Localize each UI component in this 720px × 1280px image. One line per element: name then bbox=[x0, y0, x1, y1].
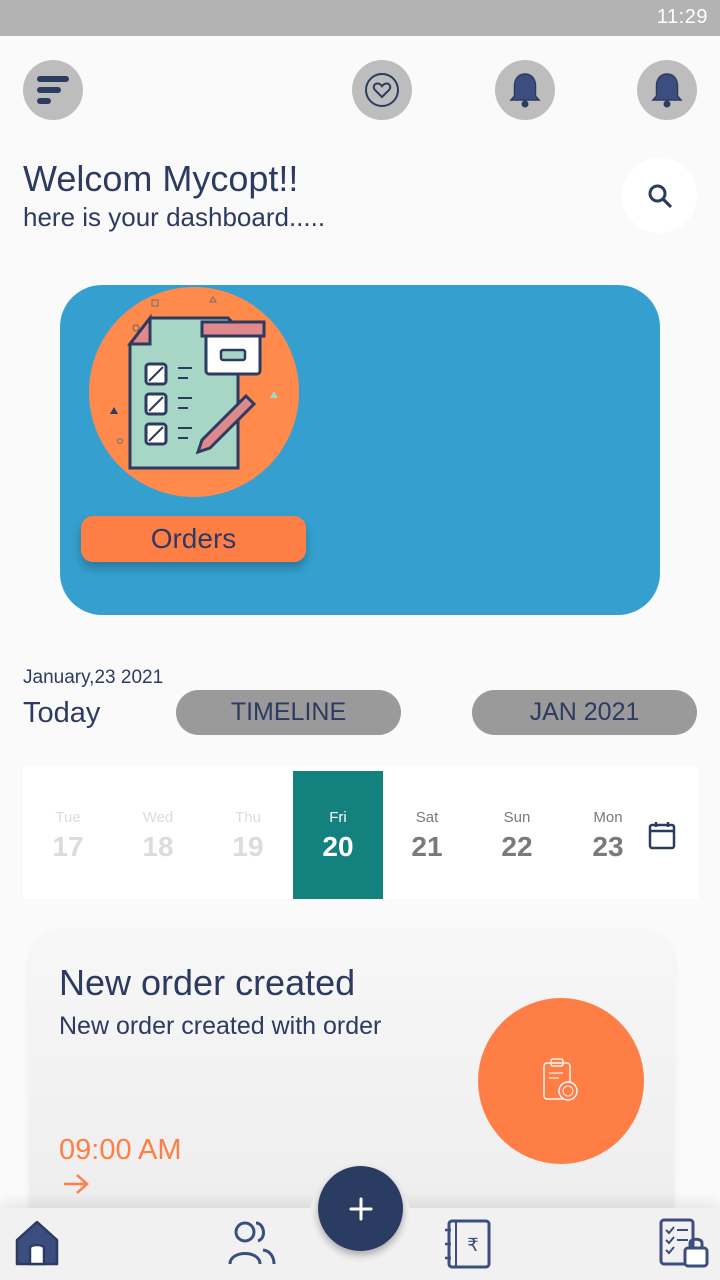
order-card-subtitle: New order created with order bbox=[59, 1012, 382, 1040]
day-number: 17 bbox=[52, 831, 84, 862]
svg-text:₹: ₹ bbox=[467, 1235, 478, 1256]
day-name: Wed bbox=[142, 809, 174, 826]
orders-button[interactable]: Orders bbox=[81, 516, 306, 562]
search-icon bbox=[648, 184, 672, 208]
day-item[interactable]: Sat 21 bbox=[382, 771, 472, 899]
orders-illustration-icon bbox=[89, 287, 299, 497]
day-item[interactable]: Sun 22 bbox=[472, 771, 562, 899]
day-name: Sun bbox=[503, 809, 531, 826]
add-button[interactable] bbox=[318, 1166, 403, 1251]
users-icon[interactable] bbox=[227, 1218, 277, 1268]
day-name: Mon bbox=[593, 809, 623, 826]
new-order-badge bbox=[478, 998, 644, 1164]
day-item[interactable]: Wed 18 bbox=[113, 771, 203, 899]
search-button[interactable] bbox=[622, 158, 697, 233]
day-number: 21 bbox=[411, 831, 443, 862]
menu-icon bbox=[37, 76, 69, 104]
welcome-title: Welcom Mycopt!! bbox=[23, 158, 299, 199]
day-selector: Tue 17 Wed 18 Thu 19 Fri 20 Sat 21 Sun 2… bbox=[23, 766, 698, 899]
today-label: Today bbox=[23, 697, 101, 729]
alerts-button[interactable] bbox=[637, 60, 697, 120]
heart-icon bbox=[365, 73, 399, 107]
day-item-selected[interactable]: Fri 20 bbox=[293, 771, 383, 899]
checklist-icon[interactable] bbox=[658, 1218, 710, 1270]
notifications-button[interactable] bbox=[495, 60, 555, 120]
current-date: January,23 2021 bbox=[23, 667, 164, 688]
arrow-right-icon[interactable] bbox=[62, 1172, 90, 1196]
rupee-ledger-icon[interactable]: ₹ bbox=[443, 1218, 493, 1270]
day-number: 18 bbox=[142, 831, 174, 862]
bell-icon bbox=[509, 73, 541, 108]
status-bar: 11:29 bbox=[0, 0, 720, 36]
month-picker-button[interactable]: JAN 2021 bbox=[472, 690, 697, 735]
day-name: Tue bbox=[55, 809, 81, 826]
day-item[interactable]: Tue 17 bbox=[23, 771, 113, 899]
order-card-time: 09:00 AM bbox=[59, 1134, 182, 1166]
timeline-button[interactable]: TIMELINE bbox=[176, 690, 401, 735]
bell-icon bbox=[651, 73, 683, 108]
day-number: 23 bbox=[592, 831, 624, 862]
day-number: 19 bbox=[232, 831, 264, 862]
day-item[interactable]: Mon 23 bbox=[563, 771, 653, 899]
favorites-button[interactable] bbox=[352, 60, 412, 120]
day-name: Fri bbox=[329, 809, 347, 826]
order-card-title: New order created bbox=[59, 962, 356, 1003]
day-name: Thu bbox=[235, 809, 261, 826]
day-number: 22 bbox=[501, 831, 533, 862]
day-name: Sat bbox=[415, 809, 439, 826]
calendar-icon[interactable] bbox=[648, 820, 676, 850]
menu-button[interactable] bbox=[23, 60, 83, 120]
status-time: 11:29 bbox=[656, 6, 708, 28]
new-order-clipboard-icon bbox=[543, 1058, 578, 1101]
day-item[interactable]: Thu 19 bbox=[203, 771, 293, 899]
plus-icon bbox=[349, 1197, 372, 1220]
day-number: 20 bbox=[322, 831, 354, 862]
dashboard-subtitle: here is your dashboard..... bbox=[23, 202, 326, 232]
home-icon[interactable] bbox=[12, 1218, 62, 1268]
